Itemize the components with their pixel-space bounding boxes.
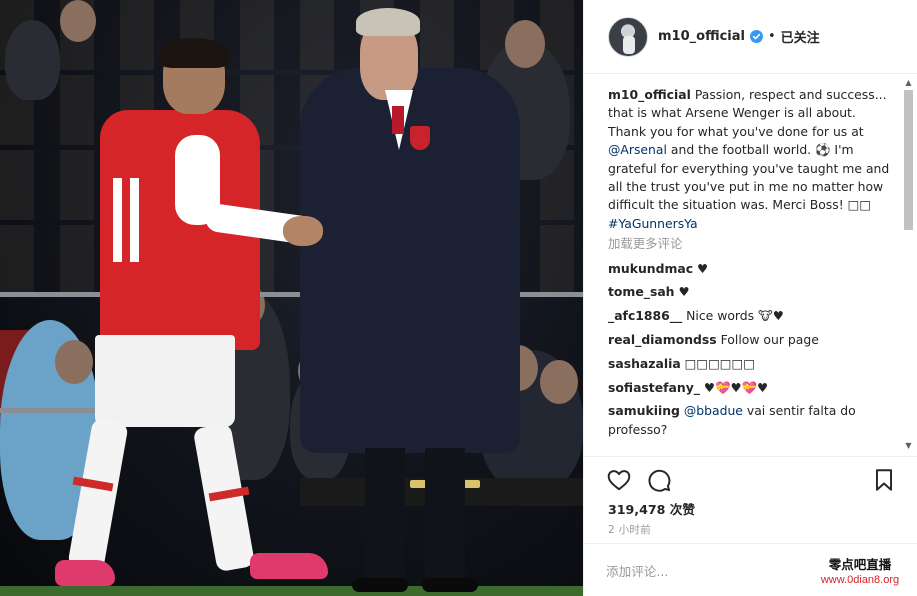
list-item: sofiastefany_ ♥💝♥💝♥ (608, 379, 896, 397)
list-item: samukiing @bbadue vai sentir falta do pr… (608, 402, 896, 439)
avatar[interactable] (608, 16, 648, 57)
caption-mention[interactable]: @Arsenal (608, 142, 667, 157)
comment-username[interactable]: tome_sah (608, 284, 675, 299)
list-item: _afc1886__ Nice words 🐮♥ (608, 307, 896, 325)
comment-username[interactable]: samukiing (608, 403, 680, 418)
verified-badge-icon (749, 30, 763, 43)
player-figure (55, 38, 330, 596)
post-caption: m10_official Passion, respect and succes… (608, 86, 896, 233)
header-username[interactable]: m10_official (658, 29, 745, 44)
comment-text: ♥ (693, 260, 709, 276)
post-header: m10_official • 已关注 (584, 0, 917, 74)
comments-list: m10_official Passion, respect and succes… (608, 86, 896, 448)
comment-username[interactable]: real_diamondss (608, 332, 717, 347)
list-item: real_diamondss Follow our page (608, 331, 896, 349)
comment-input[interactable] (606, 560, 806, 582)
comment-username[interactable]: sashazalia (608, 356, 681, 371)
like-count[interactable]: 319,478 次赞 (608, 499, 695, 518)
post-actions (584, 456, 917, 500)
comment-text: Follow our page (716, 332, 819, 348)
site-watermark: 零点吧直播 www.0dian8.org (804, 557, 916, 588)
scrollbar-thumb[interactable] (904, 90, 913, 230)
comment-text: ♥ (674, 284, 690, 300)
comment-username[interactable]: mukundmac (608, 261, 693, 276)
comment-text: □□□□□□ (680, 355, 755, 371)
post-detail-panel: m10_official • 已关注 m10_official Passion,… (583, 0, 917, 596)
watermark-url: www.0dian8.org (820, 574, 900, 586)
comment-text: ♥💝♥💝♥ (699, 379, 769, 395)
speech-bubble-icon[interactable] (646, 467, 672, 493)
list-item: tome_sah ♥ (608, 283, 896, 301)
comment-username[interactable]: sofiastefany_ (608, 380, 700, 395)
list-item: mukundmac ♥ (608, 260, 896, 278)
post-timestamp: 2 小时前 (608, 524, 652, 536)
watermark-title: 零点吧直播 (828, 557, 892, 572)
post-photo[interactable] (0, 0, 583, 596)
caption-hashtag[interactable]: #YaGunnersYa (608, 216, 698, 231)
heart-outline-icon[interactable] (606, 467, 632, 493)
comments-scrollbar[interactable]: ▲ ▼ (902, 76, 915, 452)
follow-status-button[interactable]: 已关注 (781, 27, 820, 46)
list-item: sashazalia □□□□□□ (608, 355, 896, 373)
comment-text: Nice words 🐮♥ (682, 308, 784, 324)
caption-username[interactable]: m10_official (608, 87, 691, 102)
bookmark-icon[interactable] (871, 467, 897, 493)
load-more-comments-button[interactable]: 加载更多评论 (608, 235, 896, 253)
scroll-up-arrow-icon[interactable]: ▲ (904, 78, 913, 87)
separator-dot: • (767, 29, 776, 44)
comment-mention[interactable]: @bbadue (684, 403, 743, 418)
caption-emoji-boxes: □□ (847, 197, 872, 213)
scroll-down-arrow-icon[interactable]: ▼ (904, 441, 913, 450)
comment-username[interactable]: _afc1886__ (608, 308, 682, 323)
